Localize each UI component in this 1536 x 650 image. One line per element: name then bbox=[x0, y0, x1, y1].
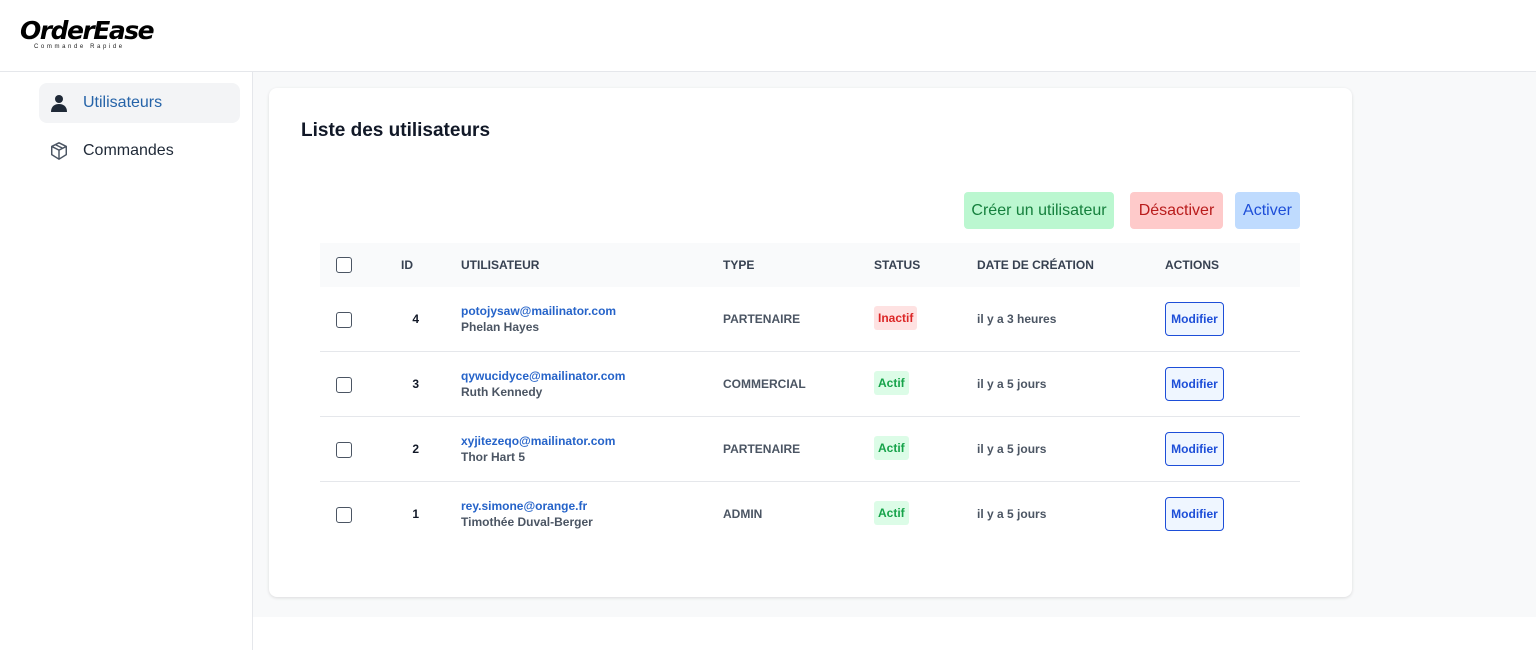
column-header-actions: ACTIONS bbox=[1165, 258, 1219, 272]
sidebar: Utilisateurs Commandes bbox=[0, 72, 253, 650]
column-header-date: DATE DE CRÉATION bbox=[977, 258, 1094, 272]
table-header: ID UTILISATEUR TYPE STATUS DATE DE CRÉAT… bbox=[320, 243, 1300, 287]
user-email[interactable]: qywucidyce@mailinator.com bbox=[461, 369, 625, 383]
user-id: 3 bbox=[412, 377, 419, 391]
user-id: 4 bbox=[412, 312, 419, 326]
column-header-status: STATUS bbox=[874, 258, 921, 272]
sidebar-item-utilisateurs[interactable]: Utilisateurs bbox=[39, 83, 240, 123]
created-date: il y a 5 jours bbox=[977, 377, 1047, 391]
user-icon bbox=[49, 93, 69, 113]
page-title: Liste des utilisateurs bbox=[301, 120, 491, 141]
column-header-utilisateur: UTILISATEUR bbox=[461, 258, 540, 272]
select-all-checkbox[interactable] bbox=[336, 257, 352, 273]
user-email[interactable]: potojysaw@mailinator.com bbox=[461, 304, 616, 318]
edit-button[interactable]: Modifier bbox=[1165, 432, 1224, 466]
table-row: 1 rey.simone@orange.fr Timothée Duval-Be… bbox=[320, 482, 1300, 547]
main-content: Liste des utilisateurs Créer un utilisat… bbox=[253, 72, 1536, 617]
user-id: 1 bbox=[412, 507, 419, 521]
sidebar-item-commandes[interactable]: Commandes bbox=[39, 131, 240, 171]
create-user-button[interactable]: Créer un utilisateur bbox=[964, 192, 1114, 229]
status-badge: Actif bbox=[874, 436, 909, 460]
user-name: Ruth Kennedy bbox=[461, 385, 543, 399]
status-badge: Actif bbox=[874, 371, 909, 395]
deactivate-button[interactable]: Désactiver bbox=[1130, 192, 1223, 229]
table-row: 3 qywucidyce@mailinator.com Ruth Kennedy… bbox=[320, 352, 1300, 417]
user-type: PARTENAIRE bbox=[723, 312, 801, 326]
logo-text: OrderEase bbox=[20, 16, 155, 45]
status-badge: Actif bbox=[874, 501, 909, 525]
user-name: Timothée Duval-Berger bbox=[461, 515, 593, 529]
created-date: il y a 5 jours bbox=[977, 442, 1047, 456]
status-badge: Inactif bbox=[874, 306, 918, 330]
logo-tagline: Commande Rapide bbox=[34, 44, 125, 50]
package-icon bbox=[49, 141, 69, 161]
activate-button[interactable]: Activer bbox=[1235, 192, 1300, 229]
table-row: 4 potojysaw@mailinator.com Phelan Hayes … bbox=[320, 287, 1300, 352]
created-date: il y a 5 jours bbox=[977, 507, 1047, 521]
sidebar-item-label: Commandes bbox=[83, 142, 174, 159]
column-header-id: ID bbox=[401, 258, 413, 272]
created-date: il y a 3 heures bbox=[977, 312, 1057, 326]
user-type: COMMERCIAL bbox=[723, 377, 806, 391]
top-bar: OrderEase Commande Rapide bbox=[0, 0, 1536, 72]
logo[interactable]: OrderEase Commande Rapide bbox=[20, 16, 155, 50]
table-row: 2 xyjitezeqo@mailinator.com Thor Hart 5 … bbox=[320, 417, 1300, 482]
user-type: ADMIN bbox=[723, 507, 763, 521]
users-table: ID UTILISATEUR TYPE STATUS DATE DE CRÉAT… bbox=[320, 243, 1300, 547]
user-id: 2 bbox=[412, 442, 419, 456]
user-name: Thor Hart 5 bbox=[461, 450, 526, 464]
sidebar-item-label: Utilisateurs bbox=[83, 94, 163, 111]
user-email[interactable]: xyjitezeqo@mailinator.com bbox=[461, 434, 615, 448]
edit-button[interactable]: Modifier bbox=[1165, 367, 1224, 401]
user-name: Phelan Hayes bbox=[461, 320, 540, 334]
user-email[interactable]: rey.simone@orange.fr bbox=[461, 499, 587, 513]
users-card: Liste des utilisateurs Créer un utilisat… bbox=[269, 88, 1352, 597]
user-type: PARTENAIRE bbox=[723, 442, 801, 456]
edit-button[interactable]: Modifier bbox=[1165, 497, 1224, 531]
edit-button[interactable]: Modifier bbox=[1165, 302, 1224, 336]
column-header-type: TYPE bbox=[723, 258, 755, 272]
